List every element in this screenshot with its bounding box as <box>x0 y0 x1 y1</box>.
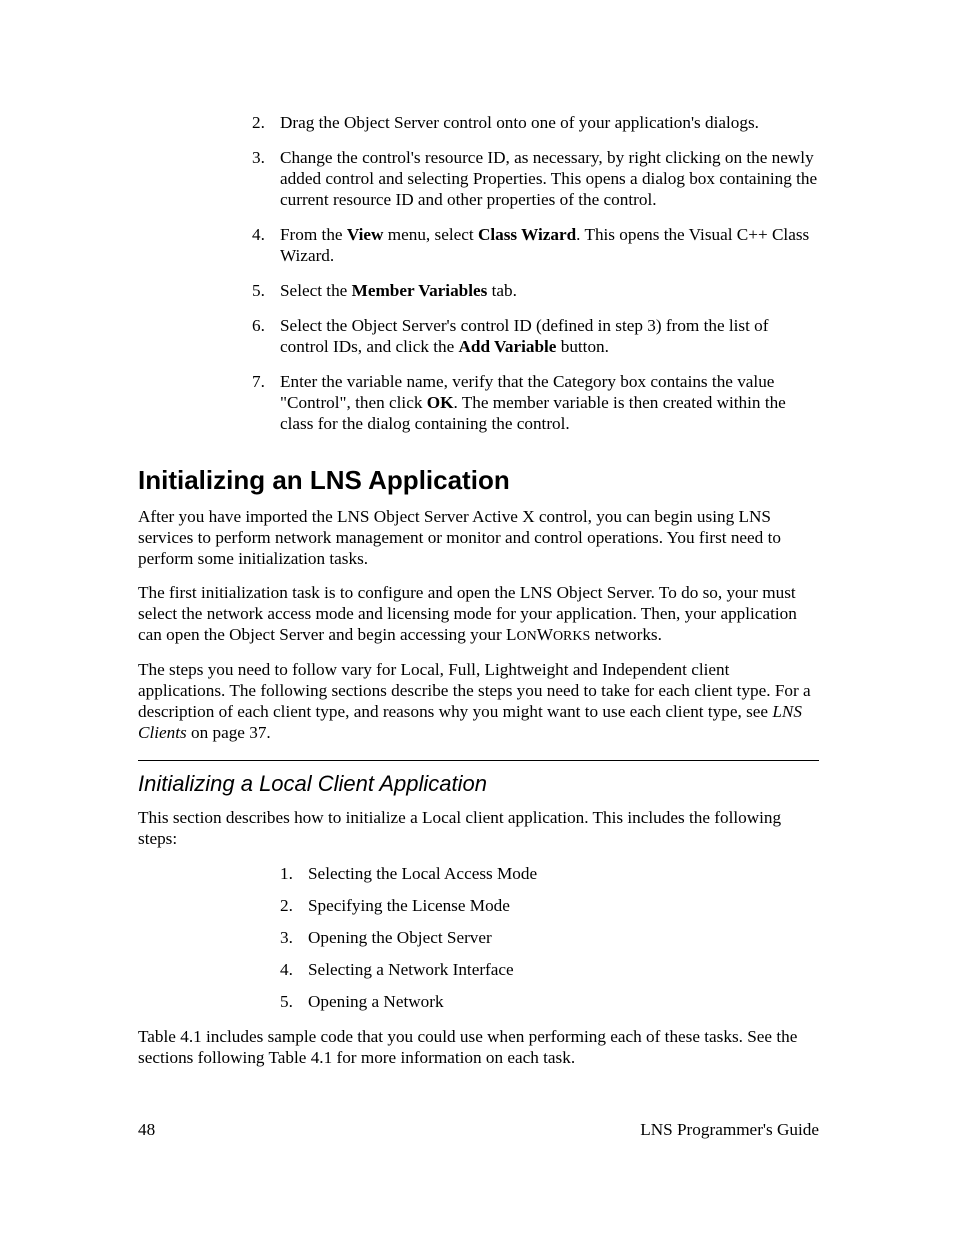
document-title: LNS Programmer's Guide <box>640 1120 819 1141</box>
list-text: Enter the variable name, verify that the… <box>280 372 786 433</box>
list-text: Selecting the Local Access Mode <box>308 864 537 883</box>
page-footer: 48 LNS Programmer's Guide <box>138 1120 819 1141</box>
list-number: 4. <box>280 960 293 981</box>
list-text: Specifying the License Mode <box>308 896 510 915</box>
list-item: 4. From the View menu, select Class Wiza… <box>280 225 819 267</box>
numbered-list-top: 2. Drag the Object Server control onto o… <box>138 113 819 435</box>
list-number: 3. <box>280 928 293 949</box>
list-text: Select the Object Server's control ID (d… <box>280 316 769 356</box>
list-number: 4. <box>252 225 265 246</box>
list-number: 5. <box>280 992 293 1013</box>
horizontal-rule <box>138 760 819 761</box>
body-paragraph: The first initialization task is to conf… <box>138 583 819 646</box>
list-text: Select the Member Variables tab. <box>280 281 517 300</box>
list-text: From the View menu, select Class Wizard.… <box>280 225 809 265</box>
list-number: 2. <box>280 896 293 917</box>
list-item: 2.Specifying the License Mode <box>308 896 819 917</box>
list-item: 6. Select the Object Server's control ID… <box>280 316 819 358</box>
subsection-heading: Initializing a Local Client Application <box>138 771 819 798</box>
list-item: 1.Selecting the Local Access Mode <box>308 864 819 885</box>
page-number: 48 <box>138 1120 155 1141</box>
list-item: 3.Opening the Object Server <box>308 928 819 949</box>
list-item: 7. Enter the variable name, verify that … <box>280 372 819 435</box>
list-text: Change the control's resource ID, as nec… <box>280 148 817 209</box>
list-number: 7. <box>252 372 265 393</box>
list-number: 2. <box>252 113 265 134</box>
numbered-list-sub: 1.Selecting the Local Access Mode 2.Spec… <box>138 864 819 1013</box>
list-item: 5. Select the Member Variables tab. <box>280 281 819 302</box>
list-number: 5. <box>252 281 265 302</box>
list-text: Drag the Object Server control onto one … <box>280 113 759 132</box>
list-text: Selecting a Network Interface <box>308 960 514 979</box>
document-page: 2. Drag the Object Server control onto o… <box>0 0 954 1235</box>
list-text: Opening a Network <box>308 992 444 1011</box>
body-paragraph: After you have imported the LNS Object S… <box>138 507 819 570</box>
body-paragraph: Table 4.1 includes sample code that you … <box>138 1027 819 1069</box>
list-number: 3. <box>252 148 265 169</box>
list-item: 3. Change the control's resource ID, as … <box>280 148 819 211</box>
body-paragraph: This section describes how to initialize… <box>138 808 819 850</box>
list-number: 1. <box>280 864 293 885</box>
list-text: Opening the Object Server <box>308 928 492 947</box>
list-item: 4.Selecting a Network Interface <box>308 960 819 981</box>
list-item: 2. Drag the Object Server control onto o… <box>280 113 819 134</box>
list-item: 5.Opening a Network <box>308 992 819 1013</box>
section-heading: Initializing an LNS Application <box>138 465 819 497</box>
list-number: 6. <box>252 316 265 337</box>
body-paragraph: The steps you need to follow vary for Lo… <box>138 660 819 744</box>
